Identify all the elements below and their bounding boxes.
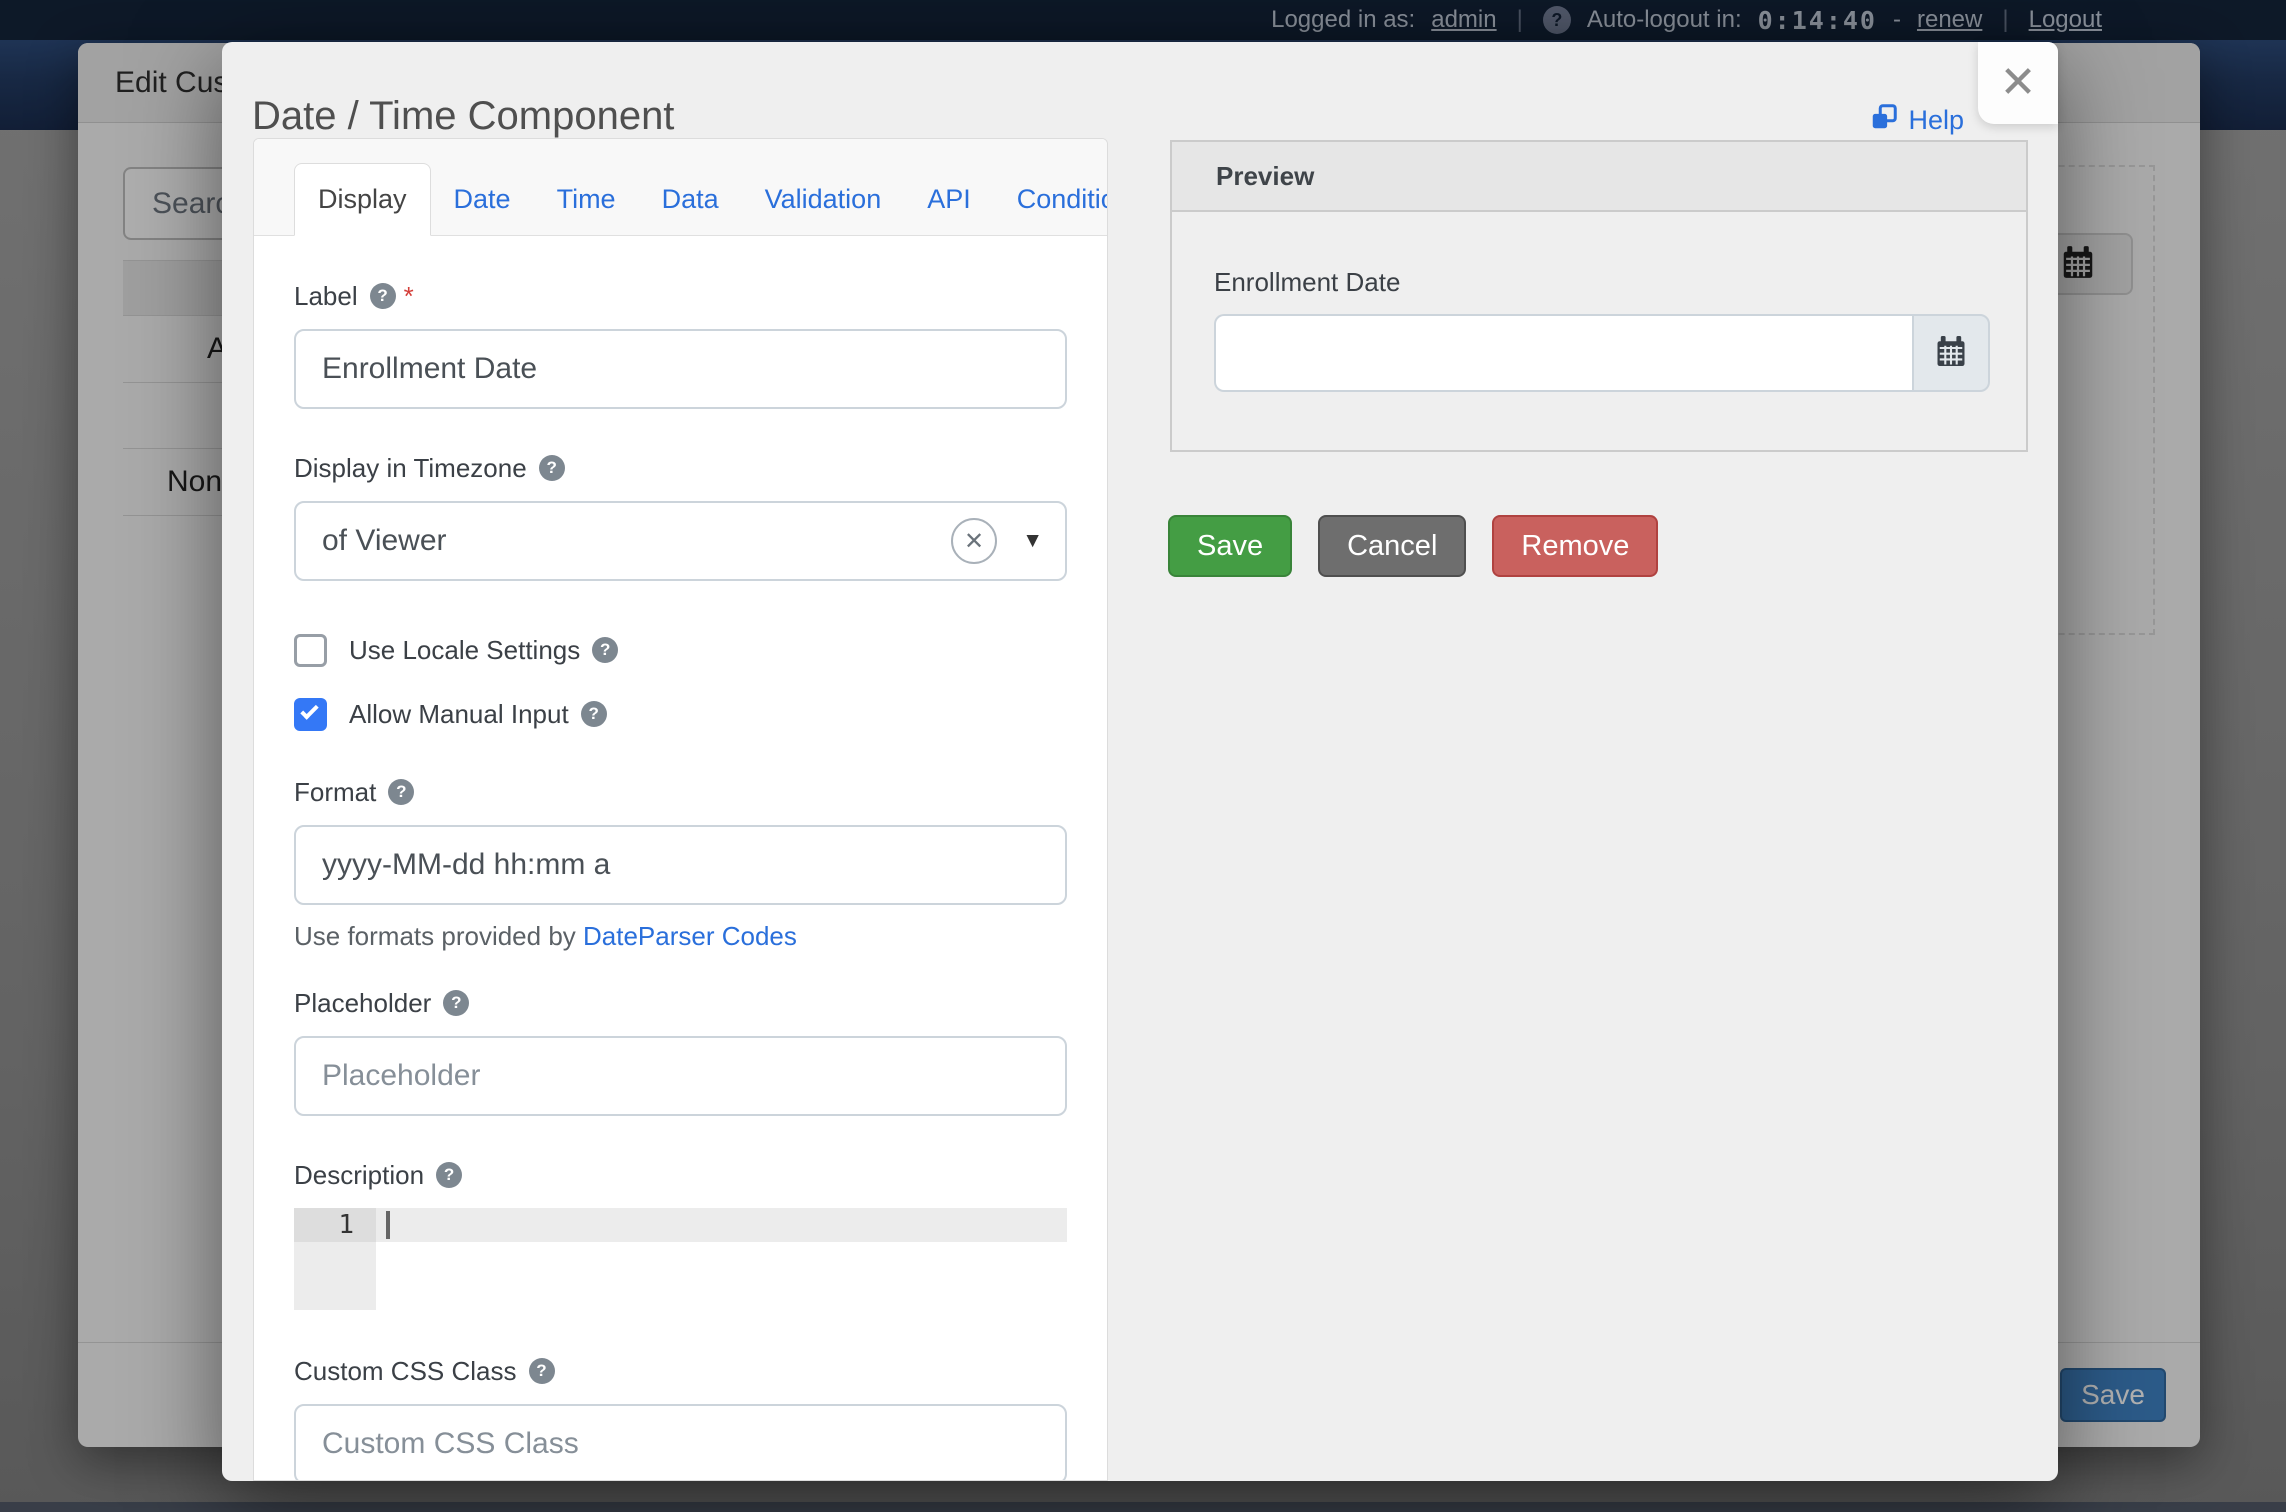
tab-api[interactable]: API: [904, 164, 994, 235]
help-icon: [1869, 102, 1899, 139]
manual-input-label: Allow Manual Input ?: [349, 699, 607, 730]
clear-selection-icon[interactable]: ✕: [951, 518, 997, 564]
tabs: Display Date Time Data Validation API Co…: [254, 139, 1107, 236]
datetime-component-modal: Date / Time Component Help ✕ Display Dat…: [222, 42, 2058, 1481]
calendar-icon: [1933, 333, 1969, 374]
question-icon[interactable]: ?: [529, 1358, 555, 1384]
tab-date[interactable]: Date: [431, 164, 534, 235]
format-field-group: Format ? Use formats provided by DatePar…: [294, 777, 1067, 952]
preview-date-input[interactable]: [1214, 314, 1912, 392]
question-icon[interactable]: ?: [388, 779, 414, 805]
label-input[interactable]: [294, 329, 1067, 409]
custom-css-class-input[interactable]: [294, 1404, 1067, 1481]
checkmark-icon: [300, 701, 318, 719]
chevron-down-icon[interactable]: ▼: [1022, 529, 1043, 553]
allow-manual-input-checkbox[interactable]: [294, 698, 327, 731]
description-field-label: Description ?: [294, 1160, 1067, 1190]
format-input[interactable]: [294, 825, 1067, 905]
question-icon[interactable]: ?: [443, 990, 469, 1016]
timezone-field-label: Display in Timezone ?: [294, 453, 1067, 483]
help-link[interactable]: Help: [1869, 102, 1964, 139]
format-helper-text: Use formats provided by DateParser Codes: [294, 921, 1067, 952]
close-icon: ✕: [2000, 61, 2037, 105]
format-field-label: Format ?: [294, 777, 1067, 807]
description-field-group: Description ? 1: [294, 1160, 1067, 1310]
question-icon[interactable]: ?: [539, 455, 565, 481]
timezone-select[interactable]: of Viewer ✕ ▼: [294, 501, 1067, 581]
description-code-editor[interactable]: 1: [294, 1208, 1067, 1310]
cancel-button[interactable]: Cancel: [1318, 515, 1466, 577]
close-button[interactable]: ✕: [1978, 42, 2058, 124]
editor-line-number: 1: [294, 1208, 376, 1242]
modal-title: Date / Time Component: [252, 94, 674, 139]
tab-display[interactable]: Display: [294, 163, 431, 236]
editor-gutter: 1: [294, 1208, 376, 1310]
placeholder-field-label: Placeholder ?: [294, 988, 1067, 1018]
css-class-field-group: Custom CSS Class ?: [294, 1356, 1067, 1481]
label-field-label: Label ? *: [294, 281, 1067, 311]
manual-input-row: Allow Manual Input ?: [294, 697, 1067, 731]
css-class-field-label: Custom CSS Class ?: [294, 1356, 1067, 1386]
preview-field-label: Enrollment Date: [1214, 267, 1984, 298]
timezone-field-group: Display in Timezone ? of Viewer ✕ ▼: [294, 453, 1067, 581]
preview-body: Enrollment Date: [1172, 212, 2026, 392]
editor-active-line: [376, 1208, 1067, 1242]
preview-calendar-button[interactable]: [1912, 314, 1990, 392]
page: Logged in as: admin | ? Auto-logout in: …: [0, 0, 2286, 1512]
modal-actions: Save Cancel Remove: [1168, 515, 1658, 577]
question-icon[interactable]: ?: [592, 637, 618, 663]
question-icon[interactable]: ?: [436, 1162, 462, 1188]
tab-conditional[interactable]: Conditional: [994, 164, 1108, 235]
tab-time[interactable]: Time: [534, 164, 639, 235]
preview-header: Preview: [1172, 142, 2026, 212]
placeholder-field-group: Placeholder ?: [294, 988, 1067, 1116]
remove-button[interactable]: Remove: [1492, 515, 1658, 577]
tab-validation[interactable]: Validation: [742, 164, 905, 235]
text-cursor: [386, 1211, 390, 1239]
preview-panel: Preview Enrollment Date: [1170, 140, 2028, 452]
question-icon[interactable]: ?: [370, 283, 396, 309]
use-locale-checkbox[interactable]: [294, 634, 327, 667]
form-body: Label ? * Display in Timezone ? of Viewe…: [254, 236, 1107, 1481]
label-field-group: Label ? *: [294, 281, 1067, 409]
placeholder-input[interactable]: [294, 1036, 1067, 1116]
save-button[interactable]: Save: [1168, 515, 1292, 577]
preview-datetime-field: [1214, 314, 1990, 392]
use-locale-row: Use Locale Settings ?: [294, 633, 1067, 667]
use-locale-label: Use Locale Settings ?: [349, 635, 618, 666]
tab-data[interactable]: Data: [639, 164, 742, 235]
question-icon[interactable]: ?: [581, 701, 607, 727]
required-asterisk: *: [404, 281, 414, 312]
dateparser-codes-link[interactable]: DateParser Codes: [583, 921, 797, 951]
settings-card: Display Date Time Data Validation API Co…: [253, 138, 1108, 1481]
